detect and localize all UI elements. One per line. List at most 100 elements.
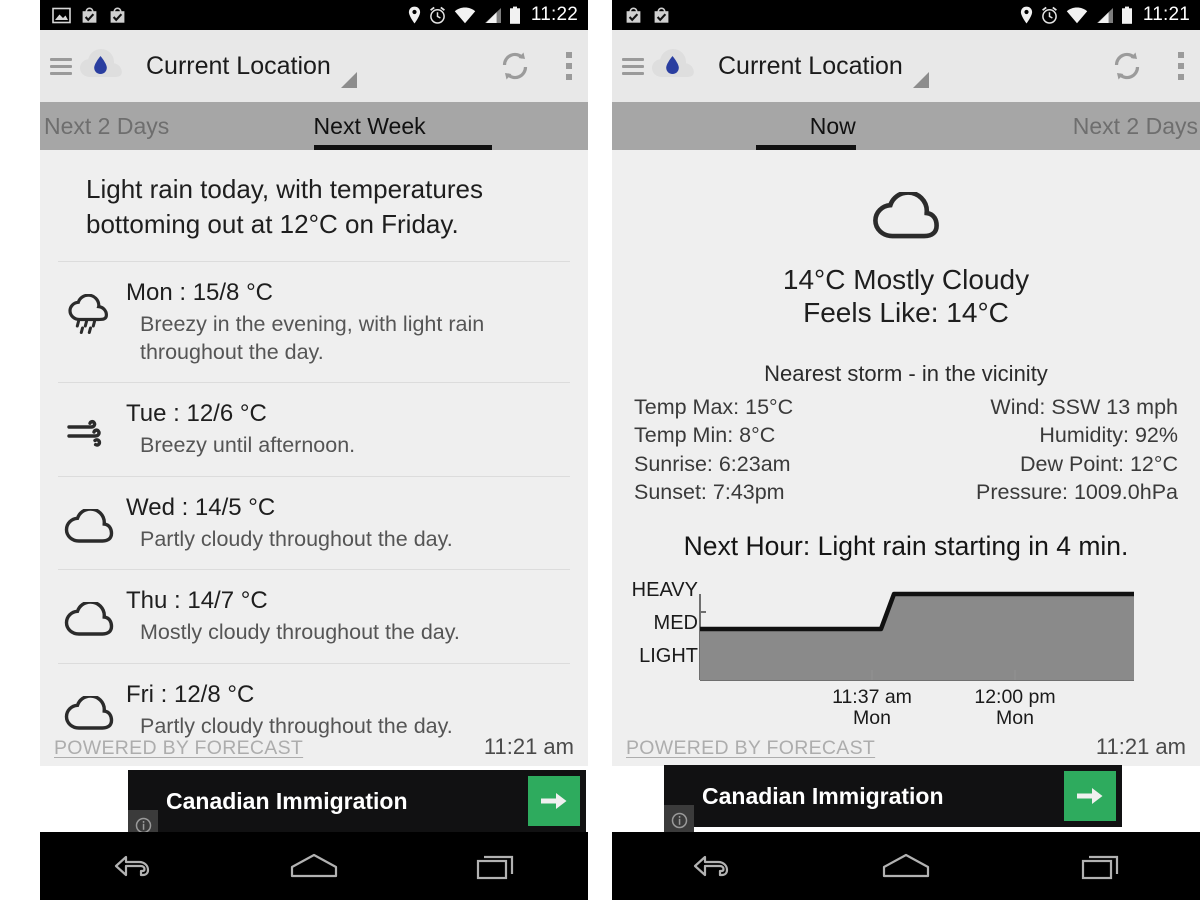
back-icon[interactable] xyxy=(665,840,755,892)
status-bar-clock: 11:22 xyxy=(530,4,578,25)
detail-pressure: Pressure: 1009.0hPa xyxy=(976,480,1178,505)
status-bar-left-icons xyxy=(52,6,127,25)
back-icon[interactable] xyxy=(86,840,176,892)
detail-column-left: Temp Max: 15°C Temp Min: 8°C Sunrise: 6:… xyxy=(634,393,793,507)
day-title: Tue : 12/6 °C xyxy=(126,400,267,428)
list-item[interactable]: Wed : 14/5 °C Partly cloudy throughout t… xyxy=(40,477,588,570)
list-item-text: Wed : 14/5 °C Partly cloudy throughout t… xyxy=(126,493,570,554)
status-bar-clock: 11:21 xyxy=(1142,4,1190,25)
refresh-icon[interactable] xyxy=(498,49,532,83)
play-store-update-icon xyxy=(626,7,641,23)
refresh-icon[interactable] xyxy=(1110,49,1144,83)
battery-icon xyxy=(1121,6,1132,24)
cloud-raindrop-logo xyxy=(78,47,124,86)
forecast-panel: Light rain today, with temperatures bott… xyxy=(40,150,588,766)
cloud-icon xyxy=(52,680,126,732)
app-bar-title[interactable]: Current Location xyxy=(146,52,331,81)
ad-title: Canadian Immigration xyxy=(166,787,408,814)
app-bar-title[interactable]: Current Location xyxy=(718,52,903,81)
tab-next-2-days[interactable]: Next 2 Days xyxy=(40,102,298,150)
app-bar: Current Location xyxy=(40,30,588,102)
alarm-clock-icon xyxy=(429,6,445,24)
signal-icon xyxy=(1096,7,1113,23)
home-icon[interactable] xyxy=(269,840,359,892)
day-title: Fri : 12/8 °C xyxy=(126,680,255,708)
day-description: Breezy in the evening, with light rain t… xyxy=(140,312,485,364)
arrow-right-icon xyxy=(1077,788,1103,804)
wifi-icon xyxy=(454,7,476,23)
detail-temp-max: Temp Max: 15°C xyxy=(634,395,794,420)
status-bar: 11:21 xyxy=(612,0,1200,30)
overflow-menu-icon[interactable] xyxy=(566,52,572,80)
detail-sunrise: Sunrise: 6:23am xyxy=(634,451,791,476)
x-sublabel-1: Mon xyxy=(853,707,891,727)
android-nav-bar xyxy=(612,832,1200,900)
detail-dew-point: Dew Point: 12°C xyxy=(1020,451,1178,476)
tab-next-week[interactable]: Next Week xyxy=(298,102,588,150)
phone-screen-right: 11:21 Current Location Now Next 2 Days 1… xyxy=(612,0,1200,900)
app-footer: POWERED BY FORECAST 11:21 am xyxy=(612,734,1200,760)
tab-now[interactable]: Now xyxy=(612,102,918,150)
app-bar-actions xyxy=(498,49,572,83)
powered-by-link[interactable]: POWERED BY FORECAST xyxy=(54,737,303,760)
caret-down-icon[interactable] xyxy=(340,72,357,88)
current-conditions-panel: 14°C Mostly Cloudy Feels Like: 14°C Near… xyxy=(612,150,1200,766)
app-bar: Current Location xyxy=(612,30,1200,102)
ad-info-icon[interactable] xyxy=(664,805,694,835)
home-icon[interactable] xyxy=(861,840,951,892)
list-item[interactable]: Tue : 12/6 °C Breezy until afternoon. xyxy=(40,383,588,476)
ad-cta-button[interactable] xyxy=(528,776,580,826)
cloud-icon xyxy=(872,190,940,247)
location-pin-icon xyxy=(1020,6,1032,24)
footer-time: 11:21 am xyxy=(483,734,574,759)
cloud-icon xyxy=(52,493,126,545)
ad-cta-button[interactable] xyxy=(1064,771,1116,821)
recents-icon[interactable] xyxy=(1057,840,1147,892)
signal-icon xyxy=(484,7,501,23)
tab-next-2-days[interactable]: Next 2 Days xyxy=(918,102,1200,150)
status-bar-right-icons: 11:21 xyxy=(1020,4,1190,26)
play-store-update-icon xyxy=(654,7,669,23)
current-weather-icon-wrap xyxy=(612,150,1200,247)
detail-wind: Wind: SSW 13 mph xyxy=(990,395,1178,420)
status-bar-left-icons xyxy=(624,6,671,25)
list-item-text: Mon : 15/8 °C Breezy in the evening, wit… xyxy=(126,278,570,366)
x-tick-label-1: 11:37 am xyxy=(832,686,912,708)
recents-icon[interactable] xyxy=(452,840,542,892)
detail-column-right: Wind: SSW 13 mph Humidity: 92% Dew Point… xyxy=(976,393,1178,507)
list-item[interactable]: Thu : 14/7 °C Mostly cloudy throughout t… xyxy=(40,570,588,663)
wifi-icon xyxy=(1066,7,1088,23)
ad-banner[interactable]: Canadian Immigration xyxy=(128,770,586,840)
rain-cloud-icon xyxy=(52,278,126,336)
alarm-clock-icon xyxy=(1041,6,1057,24)
list-item-text: Thu : 14/7 °C Mostly cloudy throughout t… xyxy=(126,586,570,647)
location-pin-icon xyxy=(408,6,420,24)
wind-icon xyxy=(52,399,126,449)
day-title: Mon : 15/8 °C xyxy=(126,279,273,307)
powered-by-link[interactable]: POWERED BY FORECAST xyxy=(626,737,875,760)
day-title: Wed : 14/5 °C xyxy=(126,493,276,521)
x-tick-label-2: 12:00 pm xyxy=(974,686,1055,708)
y-tick-med: MED xyxy=(654,612,698,634)
cloud-icon xyxy=(52,586,126,638)
feels-like: Feels Like: 14°C xyxy=(803,297,1009,329)
hamburger-menu-icon[interactable] xyxy=(622,57,644,75)
current-temp-condition: 14°C Mostly Cloudy xyxy=(782,264,1030,295)
tab-bar: Next 2 Days Next Week xyxy=(40,102,588,150)
overflow-menu-icon[interactable] xyxy=(1178,52,1184,80)
status-bar: 11:22 xyxy=(40,0,588,30)
status-bar-right-icons: 11:22 xyxy=(408,4,578,26)
image-icon xyxy=(52,7,71,23)
nearest-storm: Nearest storm - in the vicinity xyxy=(764,361,1048,387)
day-description: Breezy until afternoon. xyxy=(140,433,356,458)
list-item-text: Tue : 12/6 °C Breezy until afternoon. xyxy=(126,399,570,460)
detail-sunset: Sunset: 7:43pm xyxy=(634,480,785,505)
detail-grid: Temp Max: 15°C Temp Min: 8°C Sunrise: 6:… xyxy=(612,387,1200,507)
caret-down-icon[interactable] xyxy=(912,72,929,88)
detail-humidity: Humidity: 92% xyxy=(1039,423,1178,448)
ad-banner[interactable]: Canadian Immigration xyxy=(664,765,1122,835)
cloud-raindrop-logo xyxy=(650,47,696,86)
ad-title: Canadian Immigration xyxy=(702,782,944,809)
hamburger-menu-icon[interactable] xyxy=(50,57,72,75)
list-item[interactable]: Mon : 15/8 °C Breezy in the evening, wit… xyxy=(40,262,588,382)
